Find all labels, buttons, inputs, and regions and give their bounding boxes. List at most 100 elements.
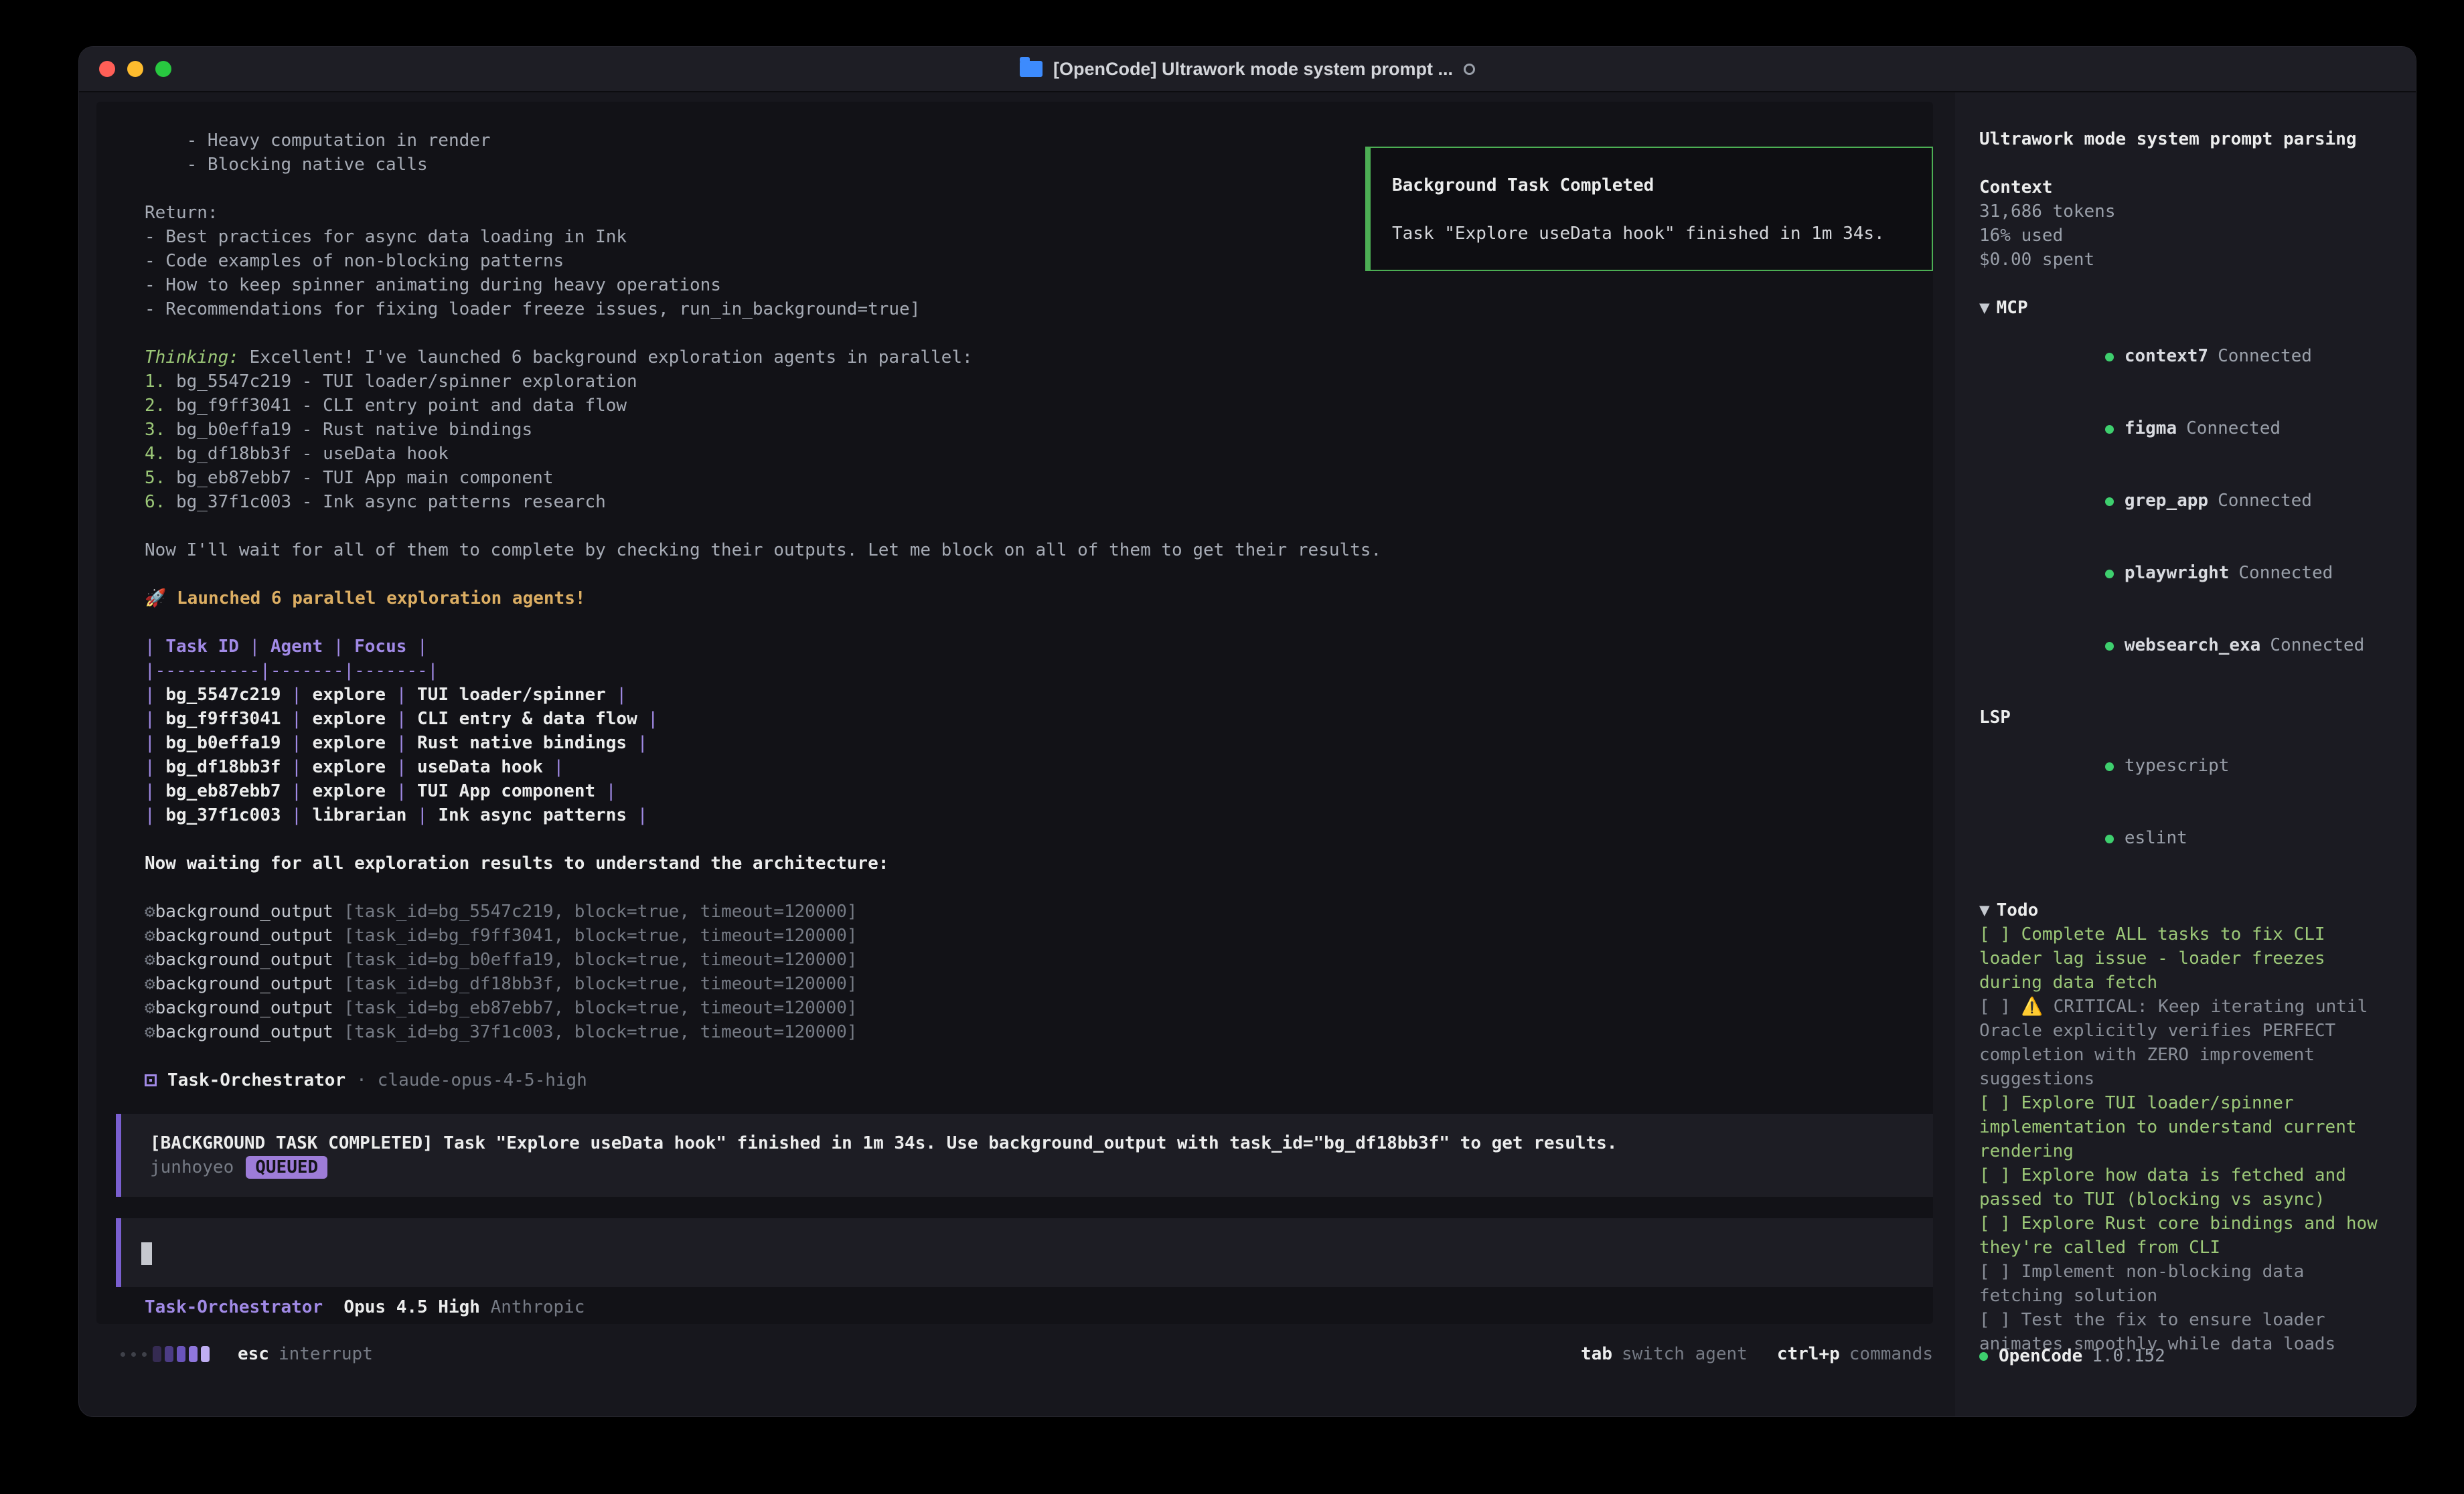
text-segment: 1.: [145, 371, 165, 392]
status-dot-icon: [2105, 570, 2114, 578]
text-segment: background_output: [155, 950, 344, 970]
text-segment: Now I'll wait for all of them to complet…: [145, 540, 1381, 560]
text-segment: |: [406, 805, 438, 825]
prompt-input[interactable]: [116, 1218, 1933, 1287]
sidebar-footer: OpenCode 1.0.152: [1979, 1344, 2165, 1368]
mcp-section-header[interactable]: ▼MCP: [1979, 296, 2392, 320]
text-segment: explore: [312, 733, 386, 753]
window-title: [OpenCode] Ultrawork mode system prompt …: [1053, 59, 1453, 80]
terminal-line: Now I'll wait for all of them to complet…: [145, 538, 1933, 562]
text-segment: |: [627, 805, 647, 825]
status-dot-icon: [2105, 762, 2114, 771]
sidebar: Ultrawork mode system prompt parsing Con…: [1955, 92, 2416, 1416]
terminal-line: | bg_5547c219 | explore | TUI loader/spi…: [145, 683, 1933, 707]
text-segment: Task ID: [165, 637, 239, 657]
status-bar: esc interrupt tab switch agent ctrl+p co…: [96, 1324, 1933, 1384]
status-dot-icon: [2105, 642, 2114, 651]
folder-icon: [1020, 61, 1043, 77]
toast-title: Background Task Completed: [1392, 173, 1912, 197]
text-segment: bg_df18bb3f: [165, 757, 281, 777]
mcp-item: context7Connected: [1979, 320, 2392, 392]
text-segment: |: [386, 733, 417, 753]
terminal-line: [145, 1044, 1933, 1068]
background-completed-message: [BACKGROUND TASK COMPLETED] Task "Explor…: [116, 1114, 1933, 1197]
text-segment: |: [637, 709, 658, 729]
text-segment: background_output: [155, 926, 344, 946]
text-segment: ⚙: [145, 926, 155, 946]
text-segment: |: [281, 709, 313, 729]
text-segment: |----------|-------|-------|: [145, 661, 438, 681]
todo-item: [ ] Explore how data is fetched and pass…: [1979, 1163, 2392, 1212]
terminal-line: 1. bg_5547c219 - TUI loader/spinner expl…: [145, 369, 1933, 394]
tab-key-hint: tab: [1581, 1344, 1612, 1364]
mcp-header-label: MCP: [1997, 298, 2028, 318]
text-segment: |: [606, 685, 627, 705]
agent-model: claude-opus-4-5-high: [378, 1068, 587, 1092]
terminal-line: | Task ID | Agent | Focus |: [145, 635, 1933, 659]
text-segment: |: [145, 805, 165, 825]
main-column: Background Task Completed Task "Explore …: [79, 92, 1955, 1416]
todo-item: [ ] Implement non-blocking data fetching…: [1979, 1260, 2392, 1308]
text-segment: Agent: [271, 637, 323, 657]
terminal-line: | bg_f9ff3041 | explore | CLI entry & da…: [145, 707, 1933, 731]
text-segment: [task_id=bg_b0effa19, block=true, timeou…: [343, 950, 857, 970]
mcp-name: figma: [2125, 418, 2177, 438]
close-button[interactable]: [99, 61, 115, 77]
text-segment: ⚙: [145, 1022, 155, 1042]
zoom-button[interactable]: [155, 61, 171, 77]
mcp-item: websearch_exaConnected: [1979, 609, 2392, 681]
terminal-line: - Recommendations for fixing loader free…: [145, 297, 1933, 321]
todo-item: [ ] Explore TUI loader/spinner implement…: [1979, 1091, 2392, 1163]
agent-name: Task-Orchestrator: [167, 1068, 345, 1092]
text-segment: bg_37f1c003: [165, 805, 281, 825]
terminal-line: 5. bg_eb87ebb7 - TUI App main component: [145, 466, 1933, 490]
text-segment: |: [386, 709, 417, 729]
todo-item: [ ] ⚠️ CRITICAL: Keep iterating until Or…: [1979, 995, 2392, 1091]
text-segment: bg_b0effa19 - Rust native bindings: [165, 420, 532, 440]
app-name: OpenCode: [1999, 1344, 2082, 1368]
activity-spinner-icon: [121, 1346, 210, 1362]
activity-ring-icon: [1464, 64, 1475, 75]
text-segment: |: [145, 709, 165, 729]
minimize-button[interactable]: [127, 61, 143, 77]
terminal-line: [145, 321, 1933, 345]
terminal-line: | bg_df18bb3f | explore | useData hook |: [145, 755, 1933, 779]
text-segment: bg_f9ff3041: [165, 709, 281, 729]
text-segment: Focus: [354, 637, 406, 657]
mcp-status: Connected: [2218, 491, 2312, 511]
text-segment: |: [145, 757, 165, 777]
mcp-status: Connected: [2270, 635, 2364, 655]
text-segment: background_output: [155, 998, 344, 1018]
esc-key-hint: esc: [238, 1344, 269, 1364]
text-segment: explore: [312, 709, 386, 729]
completed-message-text: [BACKGROUND TASK COMPLETED] Task "Explor…: [150, 1131, 1913, 1155]
mcp-list: context7Connected figma Connected grep_ap…: [1979, 320, 2392, 681]
text-segment: 2.: [145, 396, 165, 416]
text-segment: |: [145, 637, 165, 657]
todo-section-header[interactable]: ▼Todo: [1979, 898, 2392, 922]
context-stat: 31,686 tokens: [1979, 199, 2392, 224]
terminal-line: ⚙background_output [task_id=bg_eb87ebb7,…: [145, 996, 1933, 1020]
text-segment: explore: [312, 781, 386, 801]
status-dot-icon: [1979, 1352, 1988, 1361]
text-segment: |: [386, 685, 417, 705]
text-segment: Now waiting for all exploration results …: [145, 853, 889, 874]
prompt-agent: Task-Orchestrator: [145, 1295, 323, 1319]
text-segment: |: [281, 805, 313, 825]
terminal-line: ⚙background_output [task_id=bg_df18bb3f,…: [145, 972, 1933, 996]
toast-body: Task "Explore useData hook" finished in …: [1392, 222, 1912, 246]
status-dot-icon: [2105, 425, 2114, 434]
terminal-line: Now waiting for all exploration results …: [145, 851, 1933, 876]
agent-icon: [145, 1074, 157, 1086]
tab-key-label: switch agent: [1622, 1344, 1748, 1364]
text-segment: Return:: [145, 203, 218, 223]
mcp-item: grep_appConnected: [1979, 465, 2392, 537]
text-segment: [task_id=bg_f9ff3041, block=true, timeou…: [343, 926, 857, 946]
terminal-line: | bg_eb87ebb7 | explore | TUI App compon…: [145, 779, 1933, 803]
terminal-line: ⚙background_output [task_id=bg_b0effa19,…: [145, 948, 1933, 972]
todo-item: [ ] Explore Rust core bindings and how t…: [1979, 1212, 2392, 1260]
text-segment: |: [627, 733, 647, 753]
text-segment: bg_37f1c003 - Ink async patterns researc…: [165, 492, 605, 512]
toast-notification[interactable]: Background Task Completed Task "Explore …: [1365, 147, 1933, 271]
ctrlp-key-label: commands: [1849, 1344, 1933, 1364]
